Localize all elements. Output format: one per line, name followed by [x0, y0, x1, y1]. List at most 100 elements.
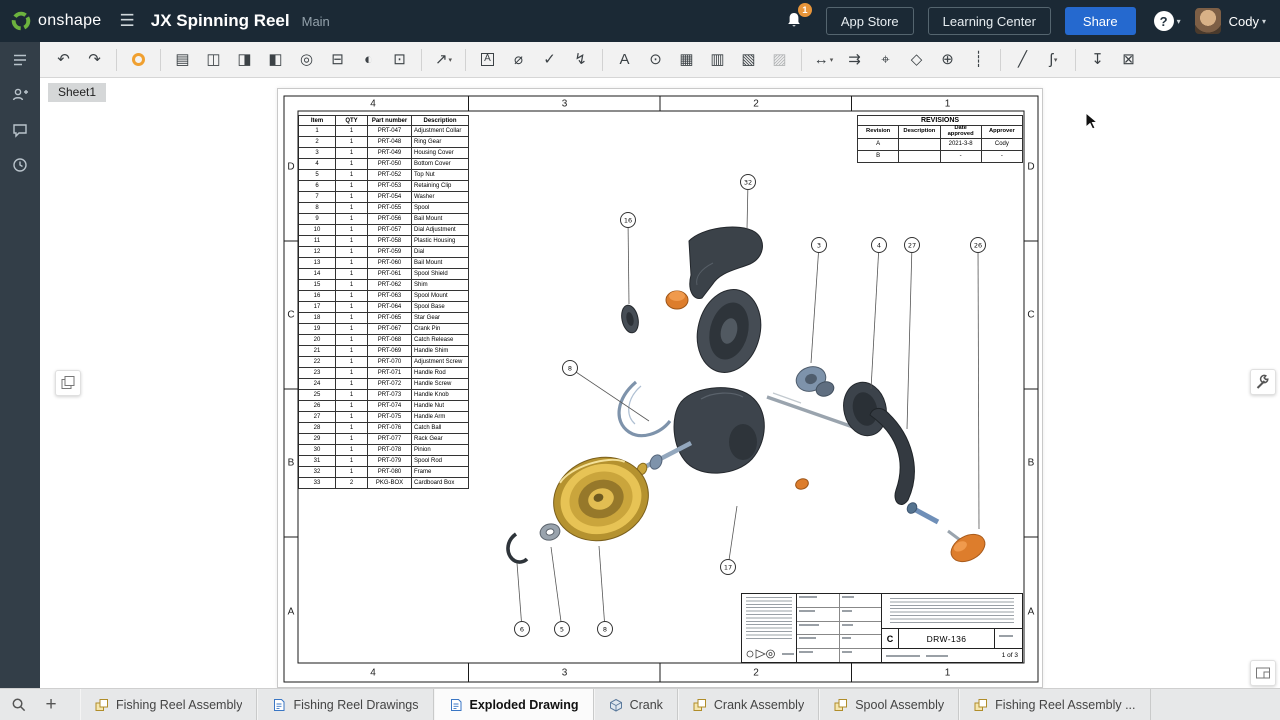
bom-table[interactable]: ItemQTYPart numberDescription 11PRT-047A…	[298, 115, 469, 489]
bom-row[interactable]: 251PRT-073Handle Knob	[299, 390, 469, 401]
undo-icon[interactable]: ↶	[50, 46, 78, 74]
bom-row[interactable]: 81PRT-055Spool	[299, 203, 469, 214]
geometric-tolerance-icon[interactable]: ⌖	[872, 46, 900, 74]
hole-table-icon[interactable]: ▧	[735, 46, 763, 74]
bom-row[interactable]: 21PRT-048Ring Gear	[299, 137, 469, 148]
line-icon[interactable]: ╱	[1009, 46, 1037, 74]
tab-exploded-drawing[interactable]: Exploded Drawing	[434, 689, 594, 720]
dimension-icon[interactable]: ↔▾	[810, 46, 838, 74]
history-panel-icon[interactable]	[0, 147, 40, 182]
drawing-canvas[interactable]: Sheet1 44332211DDCCBBAA ItemQTYPart numb…	[40, 78, 1280, 688]
spline-icon[interactable]: ʃ▾	[1040, 46, 1068, 74]
learning-center-button[interactable]: Learning Center	[928, 7, 1051, 35]
bom-row[interactable]: 321PRT-080Frame	[299, 467, 469, 478]
help-menu-button[interactable]: ? ▾	[1154, 11, 1181, 31]
crop-view-icon[interactable]: ⊡	[386, 46, 414, 74]
balloon[interactable]	[872, 238, 887, 253]
bom-row[interactable]: 311PRT-079Spool Rod	[299, 456, 469, 467]
comments-panel-icon[interactable]	[0, 112, 40, 147]
bom-row[interactable]: 31PRT-049Housing Cover	[299, 148, 469, 159]
tab-crank[interactable]: Crank	[594, 689, 678, 720]
detail-view-icon[interactable]: ◎	[293, 46, 321, 74]
bom-row[interactable]: 181PRT-065Star Gear	[299, 313, 469, 324]
redo-icon[interactable]: ↷	[81, 46, 109, 74]
bom-row[interactable]: 211PRT-069Handle Shim	[299, 346, 469, 357]
balloon[interactable]	[812, 238, 827, 253]
bom-row[interactable]: 101PRT-057Dial Adjustment	[299, 225, 469, 236]
insert-view-icon[interactable]: ▤	[169, 46, 197, 74]
bom-table-icon[interactable]: ▥	[704, 46, 732, 74]
share-button[interactable]: Share	[1065, 7, 1136, 35]
app-store-button[interactable]: App Store	[826, 7, 914, 35]
bom-row[interactable]: 11PRT-047Adjustment Collar	[299, 126, 469, 137]
bom-row[interactable]: 121PRT-059Dial	[299, 247, 469, 258]
bom-row[interactable]: 281PRT-076Catch Ball	[299, 423, 469, 434]
inspection-symbol-icon[interactable]: ⊙	[642, 46, 670, 74]
user-menu-button[interactable]: Cody ▾	[1229, 14, 1266, 29]
balloon[interactable]	[598, 622, 613, 637]
user-avatar[interactable]	[1195, 8, 1221, 34]
broken-view-icon[interactable]: ⊟	[324, 46, 352, 74]
bom-row[interactable]: 191PRT-067Crank Pin	[299, 324, 469, 335]
drawing-tools-button[interactable]	[1250, 369, 1276, 395]
centerline-icon[interactable]: ┊	[965, 46, 993, 74]
bom-row[interactable]: 261PRT-074Handle Nut	[299, 401, 469, 412]
hole-callout-icon[interactable]: ⌀	[505, 46, 533, 74]
surface-finish-icon[interactable]: ✓	[536, 46, 564, 74]
bom-row[interactable]: 301PRT-078Pinion	[299, 445, 469, 456]
follow-mode-icon[interactable]	[0, 77, 40, 112]
bom-row[interactable]: 271PRT-075Handle Arm	[299, 412, 469, 423]
bom-row[interactable]: 141PRT-061Spool Shield	[299, 269, 469, 280]
image-icon[interactable]: ▨	[766, 46, 794, 74]
sheet-tab-sheet1[interactable]: Sheet1	[48, 83, 106, 102]
bom-row[interactable]: 291PRT-077Rack Gear	[299, 434, 469, 445]
center-mark-icon[interactable]: ⊕	[934, 46, 962, 74]
tab-search-button[interactable]	[0, 689, 36, 720]
break-out-view-icon[interactable]: ◐	[355, 46, 383, 74]
ordinate-dimension-icon[interactable]: ⇉	[841, 46, 869, 74]
section-view-icon[interactable]: ◧	[262, 46, 290, 74]
bom-row[interactable]: 51PRT-052Top Nut	[299, 170, 469, 181]
bom-row[interactable]: 221PRT-070Adjustment Screw	[299, 357, 469, 368]
bom-row[interactable]: 241PRT-072Handle Screw	[299, 379, 469, 390]
datum-icon[interactable]: ◇	[903, 46, 931, 74]
bottom-panel-button[interactable]	[1250, 660, 1276, 686]
bom-row[interactable]: 111PRT-058Plastic Housing	[299, 236, 469, 247]
bom-row[interactable]: 332PKG-BOXCardboard Box	[299, 478, 469, 489]
tab-fishing-reel-assembly[interactable]: Fishing Reel Assembly ...	[959, 689, 1150, 720]
note-icon[interactable]: A	[474, 46, 502, 74]
feature-list-panel-icon[interactable]	[0, 42, 40, 77]
table-icon[interactable]: ▦	[673, 46, 701, 74]
onshape-logo[interactable]: onshape	[10, 10, 102, 32]
auxiliary-view-icon[interactable]: ◨	[231, 46, 259, 74]
text-icon[interactable]: A	[611, 46, 639, 74]
balloon[interactable]	[515, 622, 530, 637]
notifications-button[interactable]: 1	[784, 10, 806, 32]
bom-row[interactable]: 71PRT-054Washer	[299, 192, 469, 203]
bom-row[interactable]: 151PRT-062Shim	[299, 280, 469, 291]
tab-crank-assembly[interactable]: Crank Assembly	[678, 689, 819, 720]
weld-symbol-icon[interactable]: ↯	[567, 46, 595, 74]
update-status-icon[interactable]	[125, 46, 153, 74]
balloon[interactable]	[555, 622, 570, 637]
tab-fishing-reel-assembly[interactable]: Fishing Reel Assembly	[80, 689, 257, 720]
bom-row[interactable]: 171PRT-064Spool Base	[299, 302, 469, 313]
workspace-label[interactable]: Main	[302, 14, 330, 29]
tab-spool-assembly[interactable]: Spool Assembly	[819, 689, 959, 720]
add-tab-button[interactable]: +	[36, 689, 66, 720]
projected-view-icon[interactable]: ◫	[200, 46, 228, 74]
balloon[interactable]	[721, 560, 736, 575]
export-image-icon[interactable]: ⊠	[1115, 46, 1143, 74]
export-dxf-icon[interactable]: ↧	[1084, 46, 1112, 74]
balloon[interactable]	[741, 175, 756, 190]
bom-row[interactable]: 231PRT-071Handle Rod	[299, 368, 469, 379]
main-menu-icon[interactable]: ☰	[120, 11, 135, 31]
balloon[interactable]	[905, 238, 920, 253]
bom-row[interactable]: 61PRT-053Retaining Clip	[299, 181, 469, 192]
callout-icon[interactable]: ↗▾	[430, 46, 458, 74]
balloon[interactable]	[563, 361, 578, 376]
bom-row[interactable]: 161PRT-063Spool Mount	[299, 291, 469, 302]
balloon[interactable]	[971, 238, 986, 253]
sheets-panel-button[interactable]	[55, 370, 81, 396]
bom-row[interactable]: 131PRT-060Bail Mount	[299, 258, 469, 269]
